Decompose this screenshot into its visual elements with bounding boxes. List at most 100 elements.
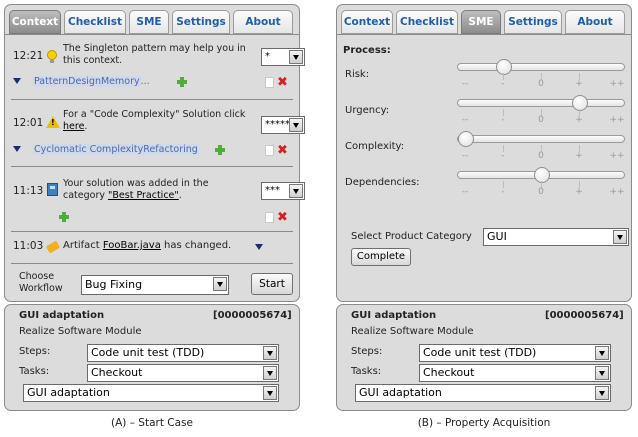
add-tag-icon[interactable] bbox=[177, 77, 187, 87]
workflow-value: Bug Fixing bbox=[85, 278, 143, 291]
tag-list: Cyclomatic ComplexityRefactoring bbox=[33, 144, 199, 155]
tasks-label: Tasks: bbox=[351, 366, 382, 377]
panel-start-case: Context Checklist SME Settings About 12:… bbox=[4, 4, 305, 411]
brush-icon bbox=[45, 240, 61, 254]
tab-divider bbox=[337, 34, 631, 35]
rating-value: ***** bbox=[265, 119, 290, 130]
document-icon[interactable] bbox=[265, 145, 274, 156]
slider-thumb[interactable] bbox=[458, 131, 474, 147]
slider-track[interactable] bbox=[457, 59, 625, 75]
steps-label: Steps: bbox=[19, 346, 51, 357]
item-time: 12:21 bbox=[13, 50, 44, 62]
task-id: [0000005674] bbox=[213, 310, 292, 321]
chevron-down-icon bbox=[595, 346, 609, 360]
rating-value: * bbox=[265, 51, 270, 62]
tab-about[interactable]: About bbox=[233, 10, 293, 34]
slider-scale-label: 0 bbox=[538, 115, 544, 125]
task-panel: GUI adaptation [0000005674] Realize Soft… bbox=[336, 304, 632, 411]
start-button[interactable]: Start bbox=[251, 273, 293, 295]
delete-icon[interactable]: ✖ bbox=[277, 76, 288, 89]
delete-icon[interactable]: ✖ bbox=[277, 211, 288, 224]
tasks-select[interactable]: Checkout bbox=[87, 364, 279, 382]
slider-scale-label: ++ bbox=[609, 151, 625, 161]
solution-link[interactable]: here bbox=[63, 121, 84, 132]
slider-scale-label: - bbox=[501, 115, 505, 125]
add-tag-icon[interactable] bbox=[59, 212, 69, 222]
slider-thumb[interactable] bbox=[496, 59, 512, 75]
rating-select[interactable]: ***** bbox=[261, 116, 305, 134]
slider-track[interactable] bbox=[457, 167, 625, 183]
chevron-down-icon bbox=[263, 346, 277, 360]
tab-context[interactable]: Context bbox=[341, 10, 393, 34]
tasks-select[interactable]: Checkout bbox=[419, 364, 611, 382]
tasks-value: Checkout bbox=[423, 366, 475, 379]
slider-track[interactable] bbox=[457, 95, 625, 111]
sidebar-upper: Context Checklist SME Settings About Pro… bbox=[336, 4, 632, 302]
slider-thumb[interactable] bbox=[534, 167, 550, 183]
artifact-link[interactable]: FooBar.java bbox=[103, 240, 161, 251]
tab-checklist[interactable]: Checklist bbox=[64, 10, 126, 34]
rating-select[interactable]: *** bbox=[261, 182, 305, 200]
task-id: [0000005674] bbox=[545, 310, 624, 321]
tab-settings[interactable]: Settings bbox=[504, 10, 562, 34]
chevron-down-icon bbox=[289, 50, 303, 64]
steps-select[interactable]: Code unit test (TDD) bbox=[87, 344, 279, 362]
lightbulb-icon bbox=[47, 50, 57, 63]
chevron-down-icon bbox=[213, 277, 227, 291]
tag-chip[interactable]: Cyclomatic ComplexityRefactoring bbox=[33, 144, 199, 155]
slider-scale-label: 0 bbox=[538, 79, 544, 89]
slider-track[interactable] bbox=[457, 131, 625, 147]
tab-sme[interactable]: SME bbox=[461, 10, 501, 34]
tasks-label: Tasks: bbox=[19, 366, 50, 377]
adaptation-value: GUI adaptation bbox=[27, 386, 110, 399]
slider-scale-label: + bbox=[575, 187, 583, 197]
slider-scale-label: + bbox=[575, 115, 583, 125]
slider-scale-label: + bbox=[575, 79, 583, 89]
tab-context[interactable]: Context bbox=[9, 10, 61, 34]
expand-icon[interactable] bbox=[13, 78, 21, 84]
message-text: . bbox=[84, 121, 88, 132]
chevron-down-icon bbox=[289, 184, 303, 198]
item-time: 11:03 bbox=[13, 240, 44, 252]
slider-label: Risk: bbox=[345, 69, 370, 80]
category-link[interactable]: "Best Practice" bbox=[108, 190, 179, 201]
sidebar-upper: Context Checklist SME Settings About 12:… bbox=[4, 4, 305, 302]
separator bbox=[11, 231, 293, 232]
slider-scale-label: -- bbox=[461, 115, 469, 125]
slider-scale-label: ++ bbox=[609, 187, 625, 197]
context-item: 12:21 The Singleton pattern may help you… bbox=[11, 41, 305, 97]
workflow-select[interactable]: Bug Fixing bbox=[81, 275, 229, 295]
adaptation-select[interactable]: GUI adaptation bbox=[23, 384, 279, 402]
slider-scale-label: 0 bbox=[538, 151, 544, 161]
item-message: Your solution was added in the category … bbox=[63, 178, 251, 202]
complete-button[interactable]: Complete bbox=[351, 248, 411, 266]
rating-select[interactable]: * bbox=[261, 48, 305, 66]
message-text: Artifact bbox=[63, 240, 103, 251]
separator bbox=[11, 166, 293, 167]
tab-checklist[interactable]: Checklist bbox=[396, 10, 458, 34]
add-tag-icon[interactable] bbox=[215, 145, 225, 155]
slider-scale-label: ++ bbox=[609, 115, 625, 125]
document-icon[interactable] bbox=[265, 212, 274, 223]
document-icon[interactable] bbox=[265, 77, 274, 88]
tab-settings[interactable]: Settings bbox=[172, 10, 230, 34]
item-message: The Singleton pattern may help you in th… bbox=[63, 43, 246, 66]
tab-about[interactable]: About bbox=[565, 10, 625, 34]
slider-scale-label: -- bbox=[461, 79, 469, 89]
caption-start-case: (A) – Start Case bbox=[111, 417, 193, 429]
tag-chip[interactable]: PatternDesignMemory bbox=[33, 76, 141, 87]
steps-select[interactable]: Code unit test (TDD) bbox=[419, 344, 611, 362]
task-subtitle: Realize Software Module bbox=[351, 326, 474, 337]
tab-sme[interactable]: SME bbox=[129, 10, 169, 34]
task-title: GUI adaptation bbox=[351, 310, 437, 321]
message-text: has changed. bbox=[160, 240, 232, 251]
tab-divider bbox=[5, 34, 299, 35]
slider-scale-label: -- bbox=[461, 151, 469, 161]
delete-icon[interactable]: ✖ bbox=[277, 144, 288, 157]
expand-icon[interactable] bbox=[13, 146, 21, 152]
expand-icon[interactable] bbox=[255, 244, 263, 250]
slider-thumb[interactable] bbox=[572, 95, 588, 111]
slider-scale-label: ++ bbox=[609, 79, 625, 89]
category-select[interactable]: GUI bbox=[483, 228, 629, 246]
adaptation-select[interactable]: GUI adaptation bbox=[355, 384, 611, 402]
